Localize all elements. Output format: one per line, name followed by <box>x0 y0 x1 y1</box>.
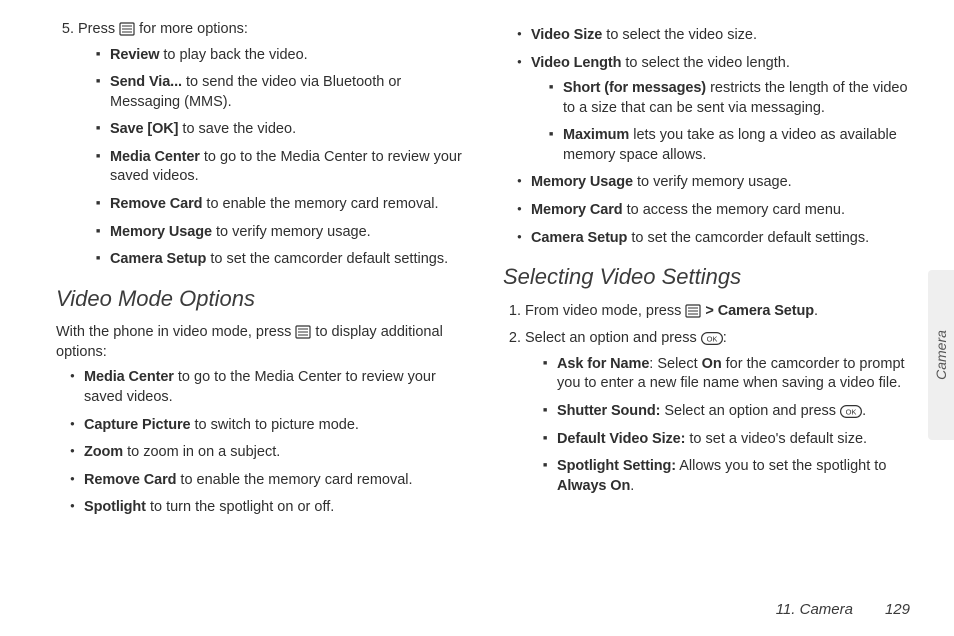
list-item: Maximum lets you take as long a video as… <box>549 126 914 165</box>
list-item: Memory Usage to verify memory usage. <box>96 223 467 243</box>
footer-page-number: 129 <box>885 601 910 618</box>
list-item: Review to play back the video. <box>96 46 467 66</box>
footer-section: 11. Camera <box>776 601 853 618</box>
step5-tail: for more options: <box>139 21 248 37</box>
ok-icon: OK <box>701 332 723 345</box>
ok-icon: OK <box>840 405 862 418</box>
page-footer: 11. Camera 129 <box>776 601 910 618</box>
menu-icon <box>119 22 135 36</box>
list-item: Send Via... to send the video via Blueto… <box>96 73 467 112</box>
list-item: Camera Setup to set the camcorder defaul… <box>96 250 467 270</box>
side-tab-camera: Camera <box>928 270 954 440</box>
right-column: Video Size to select the video size. Vid… <box>503 20 914 636</box>
list-item: Spotlight to turn the spotlight on or of… <box>70 498 467 518</box>
step-5: Press for more options: Review to play b… <box>78 20 467 270</box>
list-item: Short (for messages) restricts the lengt… <box>549 79 914 118</box>
list-item: Zoom to zoom in on a subject. <box>70 443 467 463</box>
page-body: Press for more options: Review to play b… <box>0 0 954 636</box>
list-item: Capture Picture to switch to picture mod… <box>70 416 467 436</box>
video-length-sublist: Short (for messages) restricts the lengt… <box>531 79 914 165</box>
step5-sublist: Review to play back the video. Send Via.… <box>78 46 467 270</box>
list-item: Memory Usage to verify memory usage. <box>517 173 914 193</box>
heading-selecting-video-settings: Selecting Video Settings <box>503 262 914 292</box>
list-item: Video Length to select the video length.… <box>517 54 914 166</box>
list-item: Remove Card to enable the memory card re… <box>70 471 467 491</box>
video-mode-options-list: Media Center to go to the Media Center t… <box>56 368 467 517</box>
step-list: Press for more options: Review to play b… <box>56 20 467 270</box>
list-item: Remove Card to enable the memory card re… <box>96 195 467 215</box>
left-column: Press for more options: Review to play b… <box>56 20 467 636</box>
list-item: Camera Setup to set the camcorder defaul… <box>517 229 914 249</box>
heading-video-mode-options: Video Mode Options <box>56 284 467 314</box>
svg-text:OK: OK <box>846 407 857 416</box>
list-item: Shutter Sound: Select an option and pres… <box>543 402 914 422</box>
side-tab-label: Camera <box>933 330 949 380</box>
list-item: Video Size to select the video size. <box>517 26 914 46</box>
menu-icon <box>685 304 701 318</box>
list-item: Default Video Size: to set a video's def… <box>543 430 914 450</box>
list-item: Spotlight Setting: Allows you to set the… <box>543 457 914 496</box>
step-1: From video mode, press > Camera Setup. <box>525 302 914 322</box>
list-item: Save [OK] to save the video. <box>96 120 467 140</box>
list-item: Ask for Name: Select On for the camcorde… <box>543 355 914 394</box>
top-options-list: Video Size to select the video size. Vid… <box>503 26 914 248</box>
menu-icon <box>295 325 311 339</box>
step5-lead: Press <box>78 21 119 37</box>
step-2: Select an option and press OK : Ask for … <box>525 329 914 496</box>
list-item: Memory Card to access the memory card me… <box>517 201 914 221</box>
video-mode-intro: With the phone in video mode, press to d… <box>56 323 467 362</box>
list-item: Media Center to go to the Media Center t… <box>96 148 467 187</box>
step2-sublist: Ask for Name: Select On for the camcorde… <box>525 355 914 496</box>
list-item: Media Center to go to the Media Center t… <box>70 368 467 407</box>
svg-text:OK: OK <box>706 335 717 344</box>
video-settings-steps: From video mode, press > Camera Setup. S… <box>503 302 914 497</box>
